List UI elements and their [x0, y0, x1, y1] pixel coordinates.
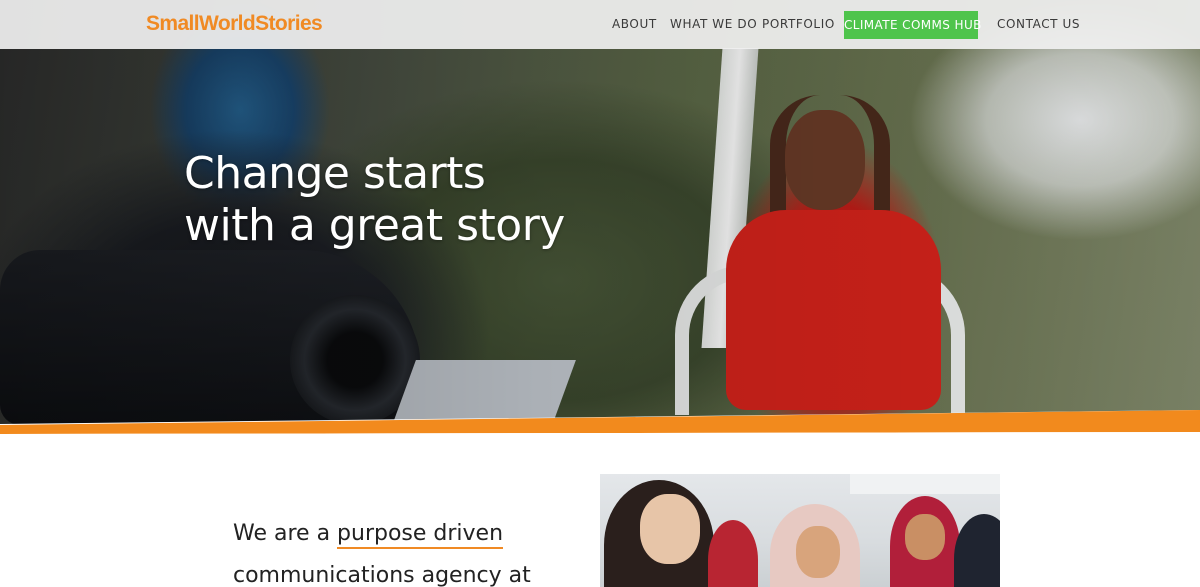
intro-paragraph: We are a purpose driven communications a…: [233, 513, 553, 587]
hero-heading-line-1: Change starts: [184, 148, 486, 199]
intro-link-purpose-driven[interactable]: purpose driven: [337, 521, 504, 549]
photo-person-3-face: [796, 526, 840, 578]
hero-heading-line-2: with a great story: [184, 200, 565, 251]
nav-portfolio[interactable]: PORTFOLIO: [762, 17, 835, 31]
intro-link-communications-agency[interactable]: communications agency: [233, 563, 502, 587]
intro-suffix: at: [501, 563, 531, 587]
photo-background-wall: [850, 474, 1000, 494]
site-logo[interactable]: SmallWorldStories: [146, 12, 323, 36]
photo-person-5: [954, 514, 1000, 587]
photo-person-1-face: [640, 494, 700, 564]
photo-person-2: [708, 520, 758, 587]
workshop-photo: [600, 474, 1000, 587]
nav-climate-comms-hub-button[interactable]: CLIMATE COMMS HUB: [844, 11, 981, 39]
nav-contact-us[interactable]: CONTACT US: [997, 17, 1080, 31]
photo-person-4-face: [905, 514, 945, 560]
nav-about[interactable]: ABOUT: [612, 17, 657, 31]
hero-banner: Change starts with a great story: [0, 0, 1200, 434]
nav-what-we-do[interactable]: WHAT WE DO: [670, 17, 757, 31]
intro-prefix: We are a: [233, 521, 338, 546]
hero-heading: Change starts with a great story: [184, 148, 604, 252]
top-navbar: SmallWorldStories ABOUT WHAT WE DO PORTF…: [0, 0, 1200, 49]
hero-orange-divider: [0, 410, 1200, 440]
